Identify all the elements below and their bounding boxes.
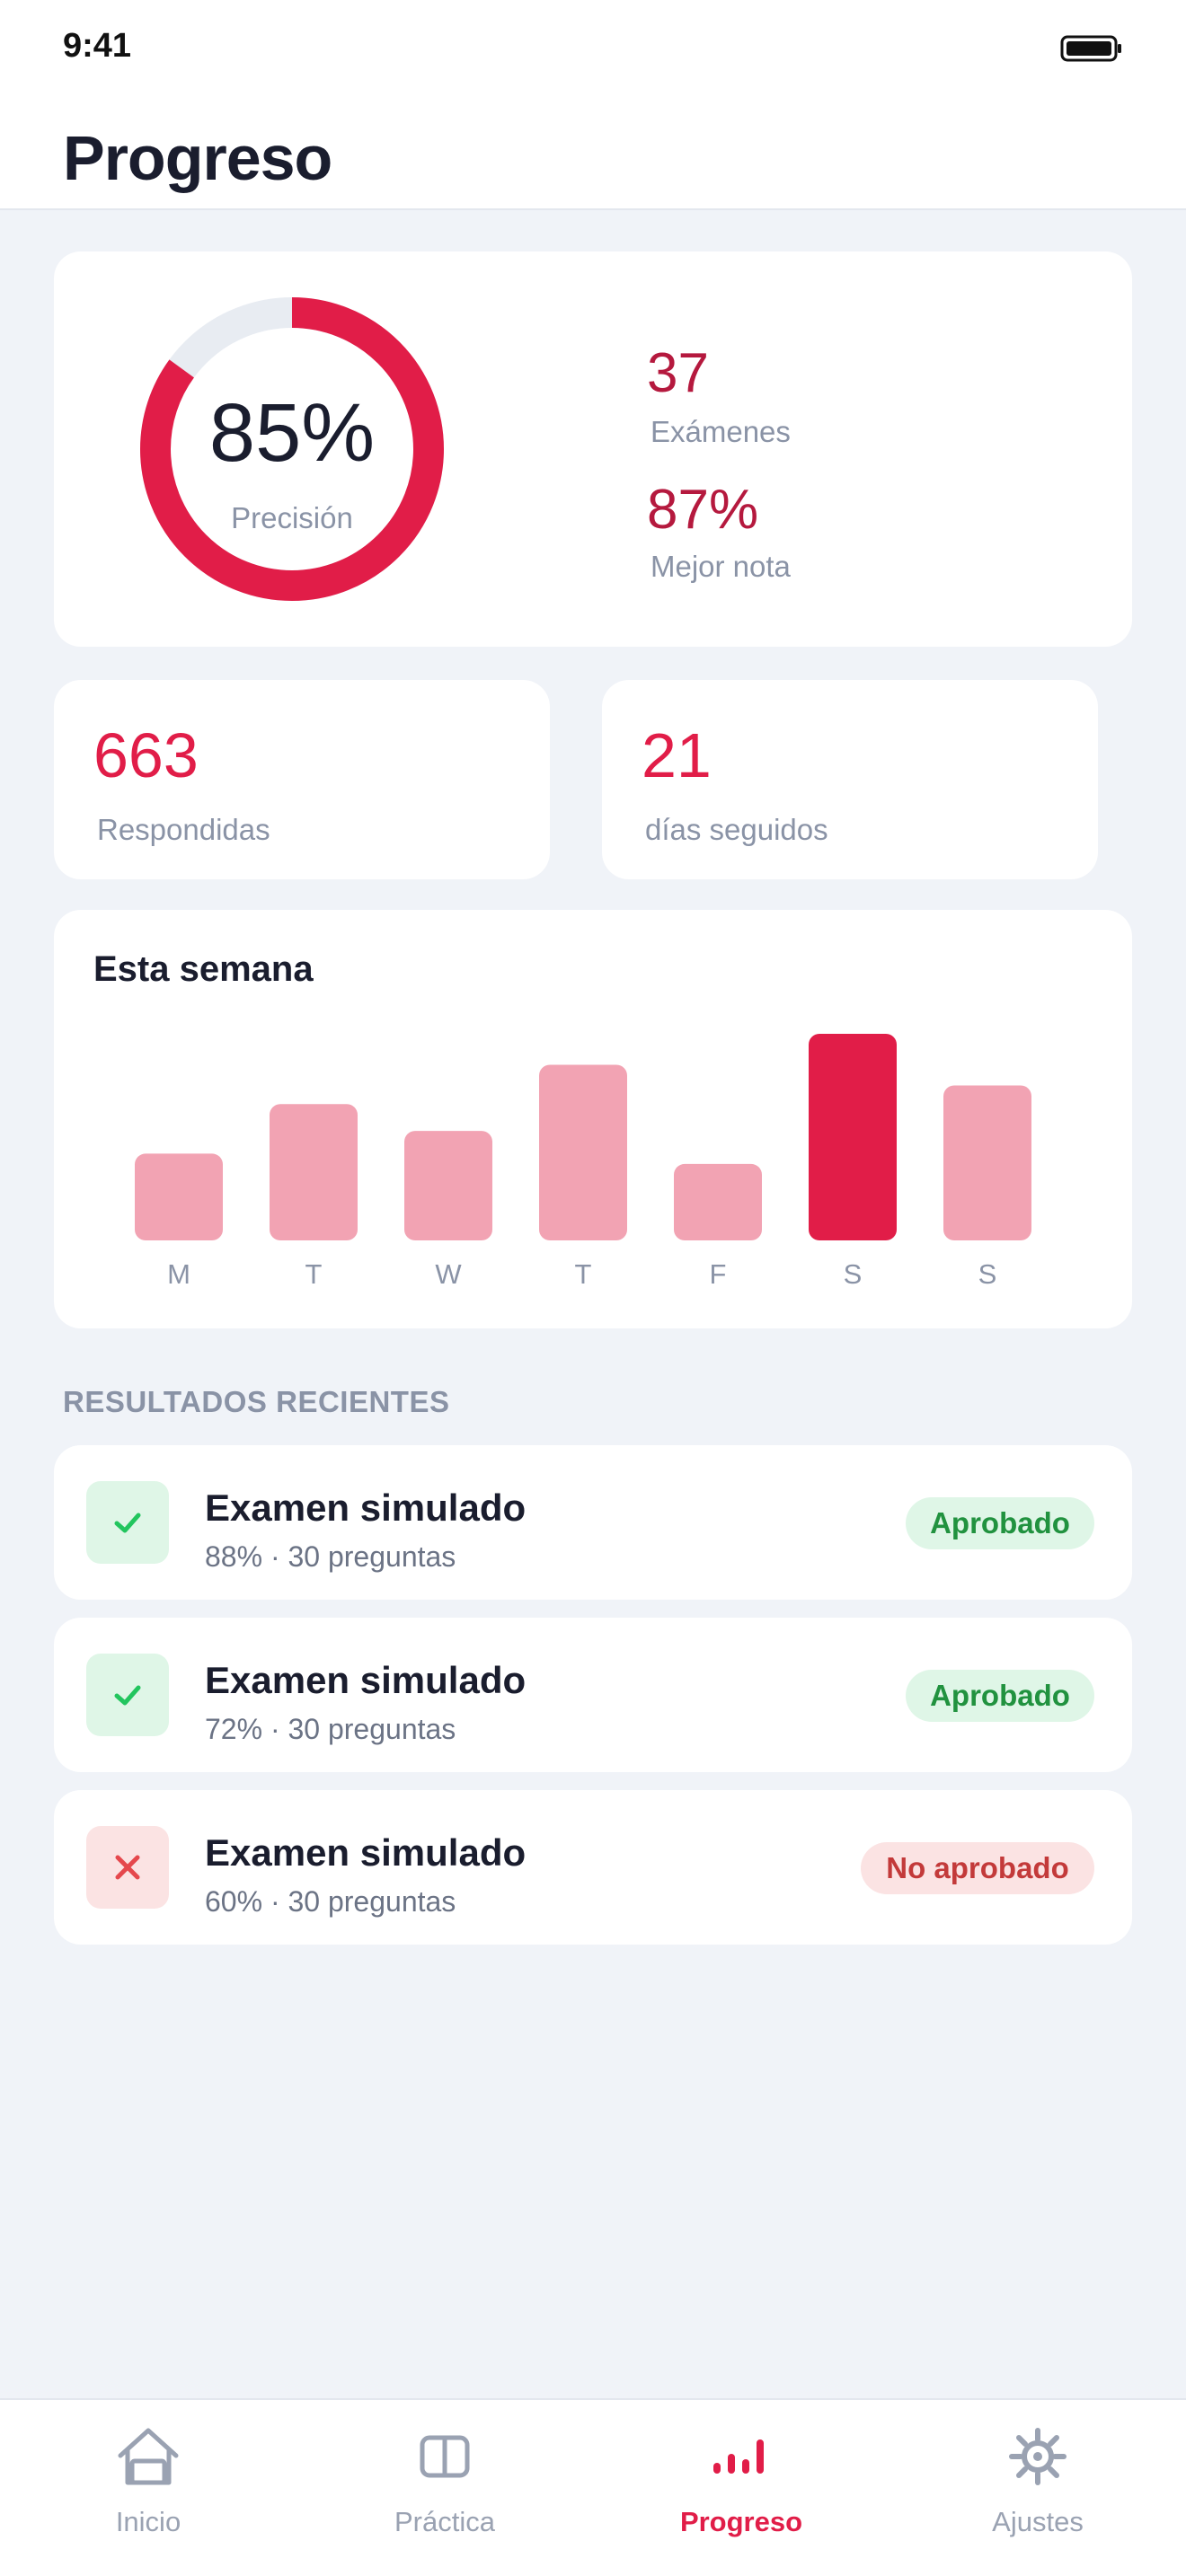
result-row[interactable]: Examen simulado 72% · 30 preguntas Aprob… [54, 1618, 1132, 1772]
tab-inicio[interactable]: Inicio [0, 2400, 296, 2576]
result-status-icon-box [86, 1481, 169, 1564]
result-title: Examen simulado [205, 1659, 527, 1701]
weekly-day-label: S [978, 1258, 997, 1290]
streak-card: 21 días seguidos [602, 680, 1098, 879]
weekly-day-label: M [167, 1258, 190, 1290]
best-score-label: Mejor nota [651, 550, 791, 583]
result-row[interactable]: Examen simulado 60% · 30 preguntas No ap… [54, 1790, 1132, 1945]
page-title: Progreso [63, 123, 332, 193]
status-time: 9:41 [63, 27, 132, 65]
weekly-day-label: S [844, 1258, 863, 1290]
book-icon [420, 2435, 470, 2478]
weekly-bar [674, 1163, 762, 1240]
weekly-bar [943, 1085, 1031, 1240]
weekly-day-label: W [435, 1258, 462, 1290]
answered-label: Respondidas [97, 813, 270, 846]
weekly-bar [404, 1131, 492, 1240]
accuracy-label: Precisión [231, 501, 353, 534]
result-title: Examen simulado [205, 1831, 527, 1874]
accuracy-value: 85% [208, 387, 376, 479]
status-bar: 9:41 [0, 0, 1186, 99]
tab-label: Progreso [679, 2506, 803, 2537]
recent-results-heading: RESULTADOS RECIENTES [63, 1385, 450, 1418]
status-badge: No aprobado [861, 1842, 1094, 1894]
exams-label: Exámenes [651, 415, 791, 448]
weekly-bar-chart: MTWTFSS [135, 1034, 1031, 1290]
status-badge: Aprobado [906, 1497, 1094, 1549]
best-score-value: 87% [647, 479, 759, 541]
tab-ajustes[interactable]: Ajustes [890, 2400, 1186, 2576]
streak-label: días seguidos [645, 813, 828, 846]
result-title: Examen simulado [205, 1486, 527, 1529]
tab-label: Inicio [115, 2506, 181, 2537]
tab-bar: Inicio Práctica Progreso Ajustes [0, 2398, 1186, 2576]
check-icon [114, 1685, 141, 1706]
result-subtitle: 72% · 30 preguntas [205, 1713, 456, 1745]
tab-label: Práctica [394, 2506, 495, 2537]
result-subtitle: 88% · 30 preguntas [205, 1540, 456, 1573]
status-badge: Aprobado [906, 1670, 1094, 1722]
tab-label: Ajustes [992, 2506, 1084, 2537]
tab-progreso[interactable]: Progreso [593, 2400, 890, 2576]
streak-value: 21 [642, 720, 712, 790]
weekly-chart-card: Esta semana MTWTFSS [54, 910, 1132, 1328]
weekly-day-label: F [710, 1258, 727, 1290]
tab-practica[interactable]: Práctica [296, 2400, 593, 2576]
weekly-bar [135, 1153, 223, 1240]
result-row[interactable]: Examen simulado 88% · 30 preguntas Aprob… [54, 1445, 1132, 1600]
weekly-bar [539, 1064, 627, 1240]
battery-icon [1060, 35, 1121, 62]
result-subtitle: 60% · 30 preguntas [205, 1885, 456, 1918]
accuracy-summary-card: 85% Precisión 37 Exámenes 87% Mejor nota [54, 251, 1132, 647]
result-status-icon-box [86, 1826, 169, 1909]
gear-icon [1009, 2428, 1067, 2485]
result-status-icon-box [86, 1654, 169, 1736]
header: Progreso [0, 99, 1186, 210]
weekly-bar [809, 1034, 897, 1240]
x-icon [115, 1855, 140, 1880]
weekly-day-label: T [575, 1258, 592, 1290]
exams-value: 37 [647, 342, 709, 404]
home-icon [118, 2428, 179, 2485]
check-icon [114, 1513, 141, 1533]
weekly-bar [270, 1104, 358, 1240]
bar-chart-icon [713, 2439, 764, 2474]
answered-card: 663 Respondidas [54, 680, 550, 879]
answered-value: 663 [93, 720, 199, 790]
weekly-day-label: T [305, 1258, 323, 1290]
